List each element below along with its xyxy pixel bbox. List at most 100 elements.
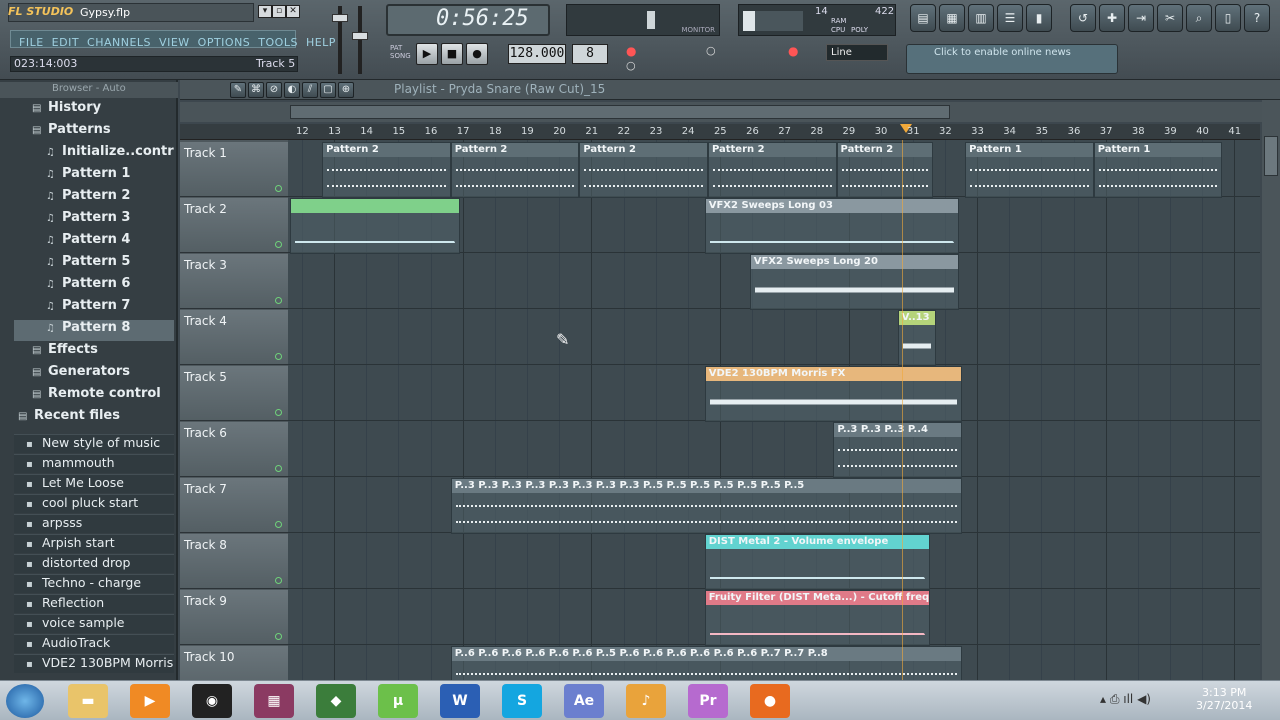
select-tool-icon[interactable]: ▢ [320, 82, 336, 98]
tray-icons[interactable]: ▴ ⎙ ıll ◀) [1100, 692, 1151, 707]
paint-tool-icon[interactable]: ⌘ [248, 82, 264, 98]
slice-tool-icon[interactable]: ⫽ [302, 82, 318, 98]
vertical-scrollbar[interactable] [1262, 100, 1280, 680]
playlist-clip[interactable] [290, 198, 461, 254]
recent-file-item[interactable]: ▪ arpsss [14, 514, 174, 533]
restore-button[interactable]: ▫ [272, 5, 286, 18]
browser-item[interactable]: ♫ Pattern 2 [14, 188, 174, 209]
taskbar-app-winrar[interactable]: ▦ [254, 684, 294, 718]
help-icon[interactable]: ? [1244, 4, 1270, 32]
menu-arrow-button[interactable]: ▾ [258, 5, 272, 18]
rec-icon[interactable]: ● [626, 44, 636, 58]
menu-edit[interactable]: EDIT [52, 36, 79, 49]
menu-tools[interactable]: TOOLS [258, 36, 298, 49]
browser-item[interactable]: ♫ Initialize..controls [14, 144, 174, 165]
track-header[interactable]: Track 1 [180, 142, 288, 197]
track-mute-led[interactable] [275, 521, 282, 528]
playlist-clip[interactable]: VFX2 Sweeps Long 03 [704, 198, 959, 254]
playlist-clip[interactable]: Pattern 2 [579, 142, 708, 198]
browser-item[interactable]: ♫ Pattern 3 [14, 210, 174, 231]
zoom-tool-icon[interactable]: ⊕ [338, 82, 354, 98]
track-header[interactable]: Track 8 [180, 534, 288, 589]
recent-file-item[interactable]: ▪ Reflection [14, 594, 174, 613]
metronome-icon[interactable]: ○ [706, 44, 716, 57]
search-icon[interactable]: ⌕ [1186, 4, 1212, 32]
close-button[interactable]: ✕ [286, 5, 300, 18]
taskbar-app-media[interactable]: ▶ [130, 684, 170, 718]
track-header[interactable]: Track 6 [180, 422, 288, 477]
taskbar-app-word[interactable]: W [440, 684, 480, 718]
record-button[interactable]: ● [466, 43, 488, 65]
recent-file-item[interactable]: ▪ New style of music [14, 434, 174, 453]
playlist-title[interactable]: Playlist - Pryda Snare (Raw Cut)_15 [394, 82, 605, 96]
browser-item[interactable]: ▤ History [14, 100, 174, 121]
step-sequencer-icon[interactable]: ▦ [939, 4, 965, 32]
track-mute-led[interactable] [275, 353, 282, 360]
tempo-display[interactable]: 128.000 [508, 44, 566, 64]
playlist-clip[interactable]: Pattern 2 [322, 142, 451, 198]
taskbar-app-flstudio[interactable]: ♪ [626, 684, 666, 718]
clipboard-icon[interactable]: ▯ [1215, 4, 1241, 32]
browser-item[interactable]: ▤ Effects [14, 342, 174, 363]
menu-options[interactable]: OPTIONS [198, 36, 251, 49]
recent-file-item[interactable]: ▪ mammouth [14, 454, 174, 473]
menu-file[interactable]: FILE [19, 36, 44, 49]
pattern-selector[interactable]: 8 [572, 44, 608, 64]
playlist-clip[interactable]: Fruity Filter (DIST Meta...) - Cutoff fr… [704, 590, 930, 646]
mute-tool-icon[interactable]: ◐ [284, 82, 300, 98]
track-mute-led[interactable] [275, 409, 282, 416]
recent-file-item[interactable]: ▪ voice sample [14, 614, 174, 633]
taskbar-app-firefox[interactable]: ● [750, 684, 790, 718]
horizontal-scrollbar[interactable] [180, 102, 1280, 122]
export-icon[interactable]: ⇥ [1128, 4, 1154, 32]
system-clock[interactable]: 3:13 PM 3/27/2014 [1196, 686, 1252, 712]
track-mute-led[interactable] [275, 633, 282, 640]
recent-file-item[interactable]: ▪ distorted drop [14, 554, 174, 573]
loop-icon[interactable]: ○ [626, 59, 636, 72]
playlist-clip[interactable]: Pattern 2 [707, 142, 837, 198]
start-button[interactable] [6, 684, 44, 718]
track-header[interactable]: Track 4 [180, 310, 288, 365]
recent-file-item[interactable]: ▪ Arpish start [14, 534, 174, 553]
menu-channels[interactable]: CHANNELS [87, 36, 151, 49]
record-options[interactable]: ● ○ ○ ● [624, 44, 820, 74]
taskbar-app-aftereffects[interactable]: Ae [564, 684, 604, 718]
track-header[interactable]: Track 7 [180, 478, 288, 533]
browser-item[interactable]: ♫ Pattern 1 [14, 166, 174, 187]
browser-item[interactable]: ♫ Pattern 6 [14, 276, 174, 297]
browser-item[interactable]: ▤ Generators [14, 364, 174, 385]
playlist-clip[interactable]: Pattern 1 [1093, 142, 1223, 198]
track-mute-led[interactable] [275, 465, 282, 472]
playlist-clip[interactable]: VFX2 Sweeps Long 20 [749, 254, 959, 310]
playlist-clip[interactable]: Pattern 2 [836, 142, 933, 198]
pat-song-toggle[interactable]: PAT SONG [390, 44, 411, 60]
undo-icon[interactable]: ↺ [1070, 4, 1096, 32]
browser-icon[interactable]: ☰ [997, 4, 1023, 32]
delete-tool-icon[interactable]: ⊘ [266, 82, 282, 98]
track-mute-led[interactable] [275, 185, 282, 192]
play-button[interactable]: ▶ [416, 43, 438, 65]
track-header[interactable]: Track 9 [180, 590, 288, 645]
browser-item[interactable]: ♫ Pattern 7 [14, 298, 174, 319]
taskbar-app-premiere[interactable]: Pr [688, 684, 728, 718]
track-mute-led[interactable] [275, 297, 282, 304]
browser-item[interactable]: ♫ Pattern 8 [14, 320, 174, 341]
playlist-clip[interactable]: P..3 P..3 P..3 P..4 [833, 422, 962, 478]
wait-icon[interactable]: ● [788, 44, 798, 58]
browser-item[interactable]: ♫ Pattern 5 [14, 254, 174, 275]
recent-file-item[interactable]: ▪ Techno - charge [14, 574, 174, 593]
track-header[interactable]: Track 3 [180, 254, 288, 309]
piano-roll-icon[interactable]: ▥ [968, 4, 994, 32]
recent-file-item[interactable]: ▪ AudioTrack [14, 634, 174, 653]
save-icon[interactable]: ✚ [1099, 4, 1125, 32]
taskbar-app-app[interactable]: ◆ [316, 684, 356, 718]
browser-item[interactable]: ▤ Remote control [14, 386, 174, 407]
taskbar-app-utorrent[interactable]: µ [378, 684, 418, 718]
track-mute-led[interactable] [275, 577, 282, 584]
track-header[interactable]: Track 5 [180, 366, 288, 421]
playlist-clip[interactable]: Pattern 1 [965, 142, 1094, 198]
playlist-clip[interactable]: V..13 [897, 310, 937, 366]
taskbar-app-itunes[interactable]: ◉ [192, 684, 232, 718]
settings-icon[interactable]: ✂ [1157, 4, 1183, 32]
playlist-icon[interactable]: ▤ [910, 4, 936, 32]
